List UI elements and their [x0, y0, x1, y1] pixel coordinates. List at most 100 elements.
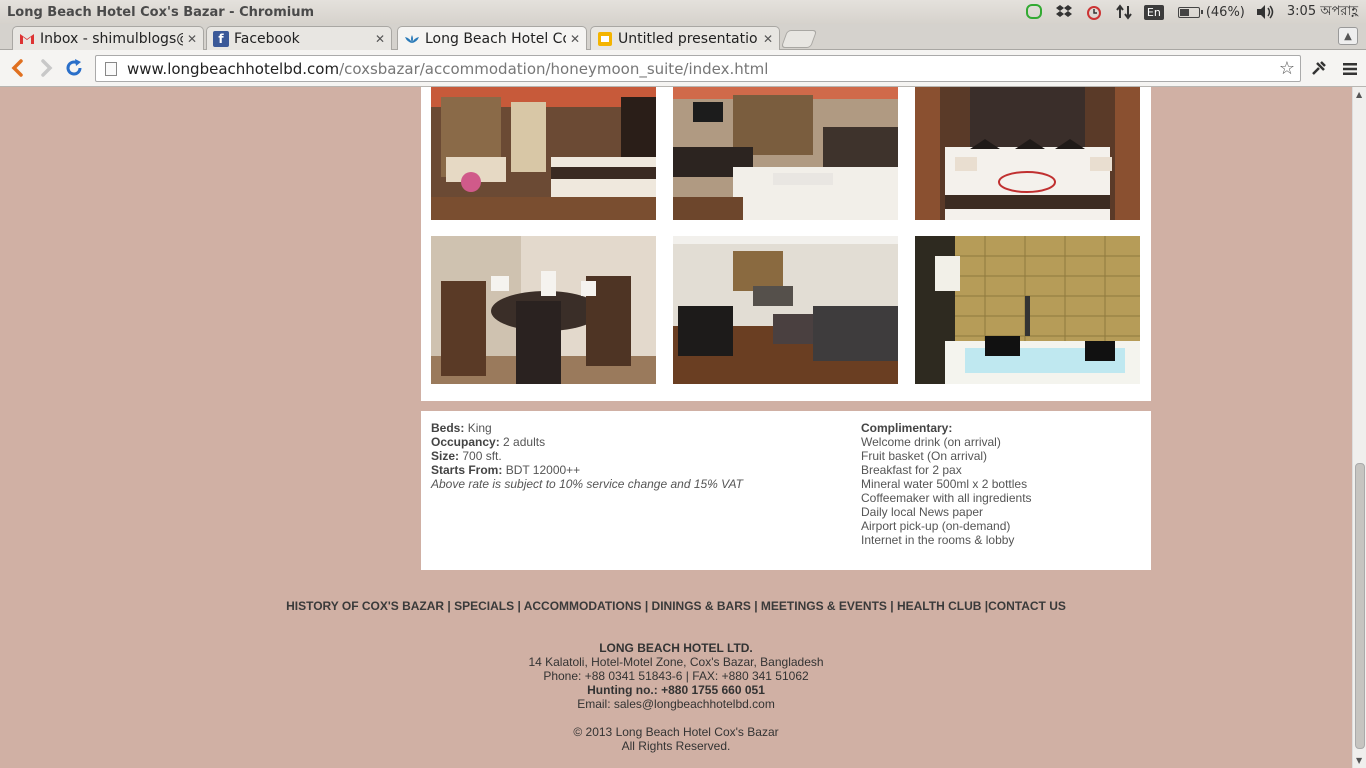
- vat-note: Above rate is subject to 10% service cha…: [431, 477, 743, 491]
- price-label: Starts From:: [431, 463, 503, 477]
- separator: |: [444, 599, 455, 613]
- keyboard-language-indicator[interactable]: En: [1143, 4, 1164, 20]
- separator: |: [641, 599, 652, 613]
- page-viewport: Beds: King Occupancy: 2 adults Size: 700…: [0, 87, 1352, 768]
- profile-icon[interactable]: ▲: [1338, 27, 1358, 45]
- new-tab-button[interactable]: [780, 30, 818, 48]
- beds-label: Beds:: [431, 421, 465, 435]
- battery-icon: [1177, 6, 1203, 18]
- scroll-up-icon[interactable]: ▲: [1356, 90, 1362, 99]
- footer-link-dinings-bars[interactable]: DININGS & BARS: [652, 599, 751, 613]
- separator: |: [886, 599, 897, 613]
- network-transfer-icon[interactable]: [1114, 2, 1134, 22]
- vertical-scrollbar[interactable]: ▲ ▼: [1352, 87, 1366, 768]
- list-item: Internet in the rooms & lobby: [861, 533, 1015, 547]
- gallery-photo-dining[interactable]: [431, 236, 656, 384]
- browser-toolbar: www.longbeachhotelbd.com/coxsbazar/accom…: [0, 50, 1366, 87]
- alarm-clock-icon[interactable]: [1084, 2, 1104, 22]
- url-text[interactable]: www.longbeachhotelbd.com/coxsbazar/accom…: [127, 60, 1279, 78]
- volume-icon[interactable]: [1255, 2, 1275, 22]
- room-specs: Beds: King Occupancy: 2 adults Size: 700…: [431, 421, 743, 491]
- tab-label: Long Beach Hotel Co: [425, 31, 566, 47]
- size-label: Size:: [431, 449, 460, 463]
- separator: |: [514, 599, 524, 613]
- window-titlebar: Long Beach Hotel Cox's Bazar - Chromium …: [0, 0, 1366, 24]
- tab-long-beach-hotel[interactable]: Long Beach Hotel Co ✕: [397, 26, 587, 51]
- gallery-photo-bedroom-3[interactable]: [915, 87, 1140, 220]
- list-item: Mineral water 500ml x 2 bottles: [861, 477, 1028, 491]
- close-icon[interactable]: ✕: [763, 32, 773, 46]
- browser-tabstrip: Inbox - shimulblogs@ ✕ f Facebook ✕ Long…: [0, 24, 1366, 51]
- gallery-photo-jacuzzi[interactable]: [915, 236, 1140, 384]
- footer-navigation: HISTORY OF COX'S BAZAR | SPECIALS | ACCO…: [0, 599, 1352, 613]
- footer-link-contact-us[interactable]: CONTACT US: [988, 599, 1066, 613]
- window-title: Long Beach Hotel Cox's Bazar - Chromium: [7, 4, 315, 20]
- photo-gallery: [421, 87, 1151, 401]
- rights-text: All Rights Reserved.: [621, 739, 731, 753]
- address-bar[interactable]: www.longbeachhotelbd.com/coxsbazar/accom…: [95, 55, 1301, 82]
- footer-link-history[interactable]: HISTORY OF COX'S BAZAR: [286, 599, 444, 613]
- chat-icon[interactable]: [1024, 2, 1044, 22]
- list-item: Coffeemaker with all ingredients: [861, 491, 1032, 505]
- tab-facebook[interactable]: f Facebook ✕: [206, 26, 392, 50]
- copyright-text: © 2013 Long Beach Hotel Cox's Bazar: [573, 725, 779, 739]
- gallery-photo-bedroom-1[interactable]: [431, 87, 656, 220]
- url-path: /coxsbazar/accommodation/honeymoon_suite…: [339, 59, 769, 78]
- gallery-photo-bedroom-2[interactable]: [673, 87, 898, 220]
- battery-level: [1179, 8, 1189, 16]
- menu-icon[interactable]: [1339, 58, 1361, 80]
- back-button[interactable]: [5, 56, 29, 80]
- tab-label: Inbox - shimulblogs@: [40, 30, 183, 47]
- hunting-number: Hunting no.: +880 1755 660 051: [587, 683, 765, 697]
- footer-contact-info: LONG BEACH HOTEL LTD. 14 Kalatoli, Hotel…: [0, 641, 1352, 711]
- extension-icon[interactable]: [1307, 58, 1329, 80]
- list-item: Daily local News paper: [861, 505, 984, 519]
- copyright: © 2013 Long Beach Hotel Cox's Bazar All …: [0, 725, 1352, 753]
- list-item: Airport pick-up (on-demand): [861, 519, 1011, 533]
- beds-line: Beds: King: [431, 421, 743, 435]
- close-icon[interactable]: ✕: [187, 32, 197, 46]
- size-line: Size: 700 sft.: [431, 449, 743, 463]
- url-domain: www.longbeachhotelbd.com: [127, 59, 340, 78]
- page-icon: [105, 61, 117, 76]
- clock[interactable]: 3:05 অপরাহ্ণ: [1287, 2, 1358, 23]
- list-item: Breakfast for 2 pax: [861, 463, 962, 477]
- vat-note-text: Above rate is subject to 10% service cha…: [431, 477, 743, 491]
- complimentary-list: Complimentary: Welcome drink (on arrival…: [861, 421, 1032, 547]
- gallery-photo-living-room[interactable]: [673, 236, 898, 384]
- tab-gmail[interactable]: Inbox - shimulblogs@ ✕: [12, 26, 204, 50]
- occupancy-value: 2 adults: [503, 435, 546, 449]
- close-icon[interactable]: ✕: [375, 32, 385, 46]
- gmail-icon: [19, 31, 35, 47]
- price-line: Starts From: BDT 12000++: [431, 463, 743, 477]
- separator: |: [750, 599, 761, 613]
- scroll-down-icon[interactable]: ▼: [1356, 756, 1362, 765]
- price-value: BDT 12000++: [505, 463, 581, 477]
- footer-link-accommodations[interactable]: ACCOMMODATIONS: [524, 599, 642, 613]
- dropbox-icon[interactable]: [1054, 2, 1074, 22]
- company-address: 14 Kalatoli, Hotel-Motel Zone, Cox's Baz…: [528, 655, 824, 669]
- bookmark-star-icon[interactable]: ☆: [1279, 58, 1295, 79]
- occupancy-line: Occupancy: 2 adults: [431, 435, 743, 449]
- footer-link-specials[interactable]: SPECIALS: [454, 599, 514, 613]
- forward-button[interactable]: [35, 56, 59, 80]
- beds-value: King: [467, 421, 492, 435]
- complimentary-label: Complimentary:: [861, 421, 953, 435]
- battery-percentage: (46%): [1205, 4, 1245, 20]
- scrollbar-thumb[interactable]: [1355, 463, 1365, 749]
- list-item: Fruit basket (On arrival): [861, 449, 988, 463]
- room-details: Beds: King Occupancy: 2 adults Size: 700…: [421, 411, 1151, 570]
- company-name: LONG BEACH HOTEL LTD.: [599, 641, 753, 655]
- battery-indicator[interactable]: (46%): [1177, 4, 1245, 20]
- footer-link-meetings-events[interactable]: MEETINGS & EVENTS: [761, 599, 887, 613]
- tab-slides[interactable]: Untitled presentatio ✕: [590, 26, 780, 50]
- reload-button[interactable]: [62, 56, 86, 80]
- close-icon[interactable]: ✕: [570, 32, 580, 46]
- occupancy-label: Occupancy:: [431, 435, 500, 449]
- footer-link-health-club[interactable]: HEALTH CLUB: [897, 599, 981, 613]
- slides-icon: [597, 31, 613, 47]
- size-value: 700 sft.: [462, 449, 502, 463]
- company-email[interactable]: Email: sales@longbeachhotelbd.com: [0, 697, 1352, 711]
- tab-label: Facebook: [234, 30, 300, 47]
- system-tray: En (46%) 3:05 অপরাহ্ণ: [1014, 0, 1366, 24]
